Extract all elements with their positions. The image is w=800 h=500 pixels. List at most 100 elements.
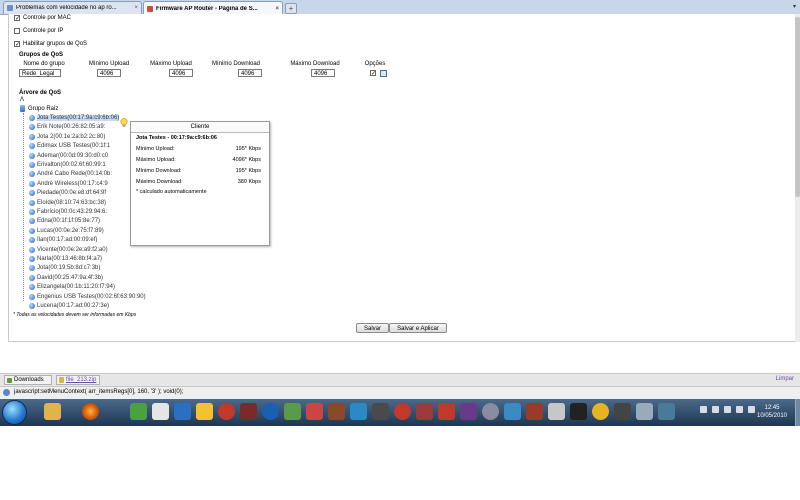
save-button[interactable]: Salvar (356, 323, 389, 333)
tree-client-item[interactable]: Ilan(00:17:ad:00:09:ef) (29, 236, 97, 244)
download-file-item[interactable]: file_213.zip (56, 375, 100, 385)
tree-client-item[interactable]: Jota(00:19:5b:8d:c7:3b) (29, 264, 100, 272)
tree-client-item[interactable]: Edimax USB Testes(00:1f:1 (29, 142, 110, 150)
tree-client-item[interactable]: Piedade(00:0e:e8:df:64:9f (29, 189, 106, 197)
app-icon[interactable] (416, 403, 433, 420)
app-icon[interactable] (284, 403, 301, 420)
min-download-field[interactable]: 4096 (238, 69, 262, 77)
mac-control-checkbox[interactable]: ✓ (14, 15, 20, 22)
page-scrollbar[interactable] (795, 14, 800, 342)
tree-client-item[interactable]: Ademar(00:0d:09:30:d0:c0 (29, 152, 108, 160)
app-icon[interactable] (438, 403, 455, 420)
utorrent-icon[interactable] (130, 403, 147, 420)
tree-client-item[interactable]: Jota 2(00:1e:2a:b2:2c:80) (29, 133, 105, 141)
client-computer-icon (29, 303, 35, 309)
app-icon[interactable] (372, 403, 389, 420)
app-icon[interactable] (328, 403, 345, 420)
tray-icon[interactable] (736, 406, 743, 413)
app-icon[interactable] (636, 403, 653, 420)
min-upload-field[interactable]: 4096 (97, 69, 121, 77)
app-icon[interactable] (482, 403, 499, 420)
tree-client-label: Erik Note(00:26:82:05:a9: (37, 124, 106, 131)
scrollbar-thumb[interactable] (795, 17, 800, 197)
close-tab-icon[interactable]: × (134, 5, 138, 11)
downloads-label: Downloads (14, 377, 44, 383)
app-icon[interactable] (240, 403, 257, 420)
new-tab-button[interactable]: + (285, 3, 297, 14)
app-icon[interactable] (196, 403, 213, 420)
tray-icon[interactable] (712, 406, 719, 413)
max-upload-field[interactable]: 4096 (169, 69, 193, 77)
ip-control-checkbox[interactable] (14, 28, 20, 34)
app-icon[interactable] (504, 403, 521, 420)
column-header: Mínimo Upload (88, 61, 130, 67)
tree-client-item[interactable]: David(00:25:47:9a:4f:3b) (29, 274, 103, 282)
save-apply-button[interactable]: Salvar e Aplicar (389, 323, 447, 333)
tree-client-item[interactable]: Jota Testes(00:17:9a:c9:6b:06) (29, 114, 120, 122)
app-icon[interactable] (306, 403, 323, 420)
client-computer-icon (29, 209, 35, 215)
explorer-icon[interactable] (44, 403, 61, 420)
close-tab-icon[interactable]: × (275, 6, 279, 12)
start-button[interactable] (2, 400, 27, 425)
show-desktop-button[interactable] (795, 399, 800, 426)
app-icon[interactable] (614, 403, 631, 420)
app-icon[interactable] (526, 403, 543, 420)
tree-client-item[interactable]: Lucena(00:17:ad:00:27:3e) (29, 302, 109, 310)
clear-downloads-link[interactable]: Limpar (776, 376, 794, 382)
status-url: javascript:setMenuContext( arr_itemsRegs… (14, 389, 184, 395)
tree-client-item[interactable]: Narla(00:13:46:8b:f4:a7) (29, 255, 102, 263)
client-computer-icon (29, 284, 35, 291)
firefox-icon[interactable] (82, 403, 99, 420)
max-download-field[interactable]: 4096 (311, 69, 335, 77)
tree-client-item[interactable]: Eloíde(08:10:74:63:bc:38) (29, 199, 106, 207)
tree-client-label: Fabrício(00:0c:43:29:94:6: (37, 209, 108, 215)
clock-time: 12:45 (764, 405, 780, 411)
tree-client-item[interactable]: André Wireless(00:17:c4:9 (29, 180, 108, 188)
tree-root-label: Grupo Raiz (28, 105, 59, 112)
app-icon[interactable] (394, 403, 411, 420)
tree-root[interactable]: Grupo Raiz (20, 105, 58, 112)
tree-client-item[interactable]: Engenius USB Testes(00:02:6f:63:90:90) (29, 293, 146, 301)
tree-client-item[interactable]: Edna(00:1f:1f:05:8e:77) (29, 217, 100, 225)
app-icon[interactable] (548, 403, 565, 420)
downloads-button[interactable]: Downloads (4, 375, 52, 385)
client-computer-icon (29, 124, 35, 131)
tree-client-item[interactable]: Lucas(00:0e:2e:75:f7:89) (29, 227, 104, 235)
app-icon[interactable] (350, 403, 367, 420)
tab-problemas[interactable]: Problemas com velocidade no ap ro... × (3, 1, 142, 14)
app-icon[interactable] (460, 403, 477, 420)
tray-icon[interactable] (724, 406, 731, 413)
app-icon[interactable] (570, 403, 587, 420)
power-icon[interactable] (262, 403, 279, 420)
edit-group-icon[interactable] (380, 70, 387, 77)
mac-control-row: ✓ Controle por MAC (14, 15, 71, 22)
tree-client-item[interactable]: André Cabo Rede(00:14:0b: (29, 170, 112, 178)
tree-client-item[interactable]: Erik Note(00:26:82:05:a9: (29, 123, 105, 131)
group-name-field[interactable]: Rede_Legal (19, 69, 61, 77)
app-icon[interactable] (152, 403, 169, 420)
tree-client-item[interactable]: Vicente(00:0e:2e:a9:f2:a0) (29, 246, 108, 254)
popup-max-upload-label: Máximo Upload: (136, 157, 176, 163)
app-icon[interactable] (174, 403, 191, 420)
tree-client-item[interactable]: Elizangela(00:1b:11:20:f7:94) (29, 283, 115, 291)
app-icon[interactable] (592, 403, 609, 420)
tray-icon[interactable] (700, 406, 707, 413)
tree-client-item[interactable]: Erivalton(00:02:6f:60:99:1 (29, 161, 106, 169)
tree-client-item[interactable]: Fabrício(00:0c:43:29:94:6: (29, 208, 107, 216)
qos-enable-checkbox[interactable]: ✓ (14, 41, 20, 48)
taskbar-clock[interactable]: 12:45 10/05/2010 (752, 404, 792, 420)
client-computer-icon (29, 237, 35, 244)
app-icon[interactable] (218, 403, 235, 420)
tab-list-icon[interactable]: ▾ (793, 3, 796, 10)
client-computer-icon (29, 246, 35, 253)
downloads-bar: Downloads file_213.zip Limpar (0, 373, 800, 386)
tab-firmware[interactable]: Firmware AP Router - Página de S... × (143, 1, 283, 15)
collapse-tree-icon[interactable]: Λ (20, 97, 24, 103)
client-computer-icon (29, 265, 35, 272)
client-computer-icon (29, 190, 35, 197)
client-computer-icon (29, 227, 35, 234)
app-icon[interactable] (658, 403, 675, 420)
client-computer-icon (29, 143, 35, 150)
group-option-checkbox[interactable]: ✓ (370, 70, 376, 77)
